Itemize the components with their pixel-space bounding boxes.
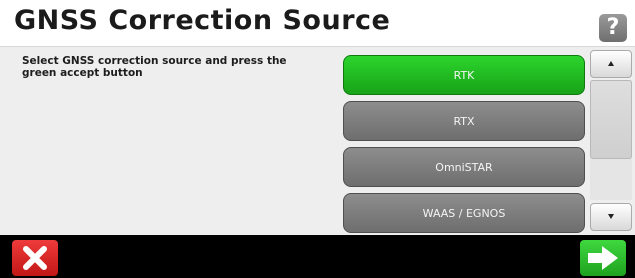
accept-button[interactable] (580, 240, 626, 276)
question-mark-icon: ? (606, 15, 620, 40)
correction-source-list: RTK RTX OmniSTAR WAAS / EGNOS (343, 47, 587, 235)
scroll-thumb[interactable] (590, 80, 632, 159)
scroll-down-arrow-icon (608, 214, 614, 219)
content-area: Select GNSS correction source and press … (0, 47, 635, 235)
option-label: OmniSTAR (435, 161, 493, 174)
cancel-button[interactable] (12, 240, 58, 276)
option-label: RTK (453, 69, 475, 82)
scrollbar[interactable] (590, 50, 632, 231)
scroll-up-button[interactable] (590, 50, 632, 78)
instructions-text: Select GNSS correction source and press … (22, 55, 287, 79)
help-button[interactable]: ? (599, 14, 627, 42)
page-title: GNSS Correction Source (14, 5, 391, 36)
option-waas-egnos[interactable]: WAAS / EGNOS (343, 193, 585, 233)
header: GNSS Correction Source ? (0, 0, 635, 47)
option-omnistar[interactable]: OmniSTAR (343, 147, 585, 187)
footer-bar (0, 236, 635, 278)
option-rtx[interactable]: RTX (343, 101, 585, 141)
scroll-down-button[interactable] (590, 203, 632, 231)
gnss-correction-source-screen: GNSS Correction Source ? Select GNSS cor… (0, 0, 635, 278)
option-rtk[interactable]: RTK (343, 55, 585, 95)
right-arrow-icon (588, 246, 618, 270)
scroll-up-arrow-icon (608, 61, 614, 66)
option-label: WAAS / EGNOS (422, 207, 506, 220)
close-x-icon (23, 246, 47, 270)
option-label: RTX (453, 115, 475, 128)
